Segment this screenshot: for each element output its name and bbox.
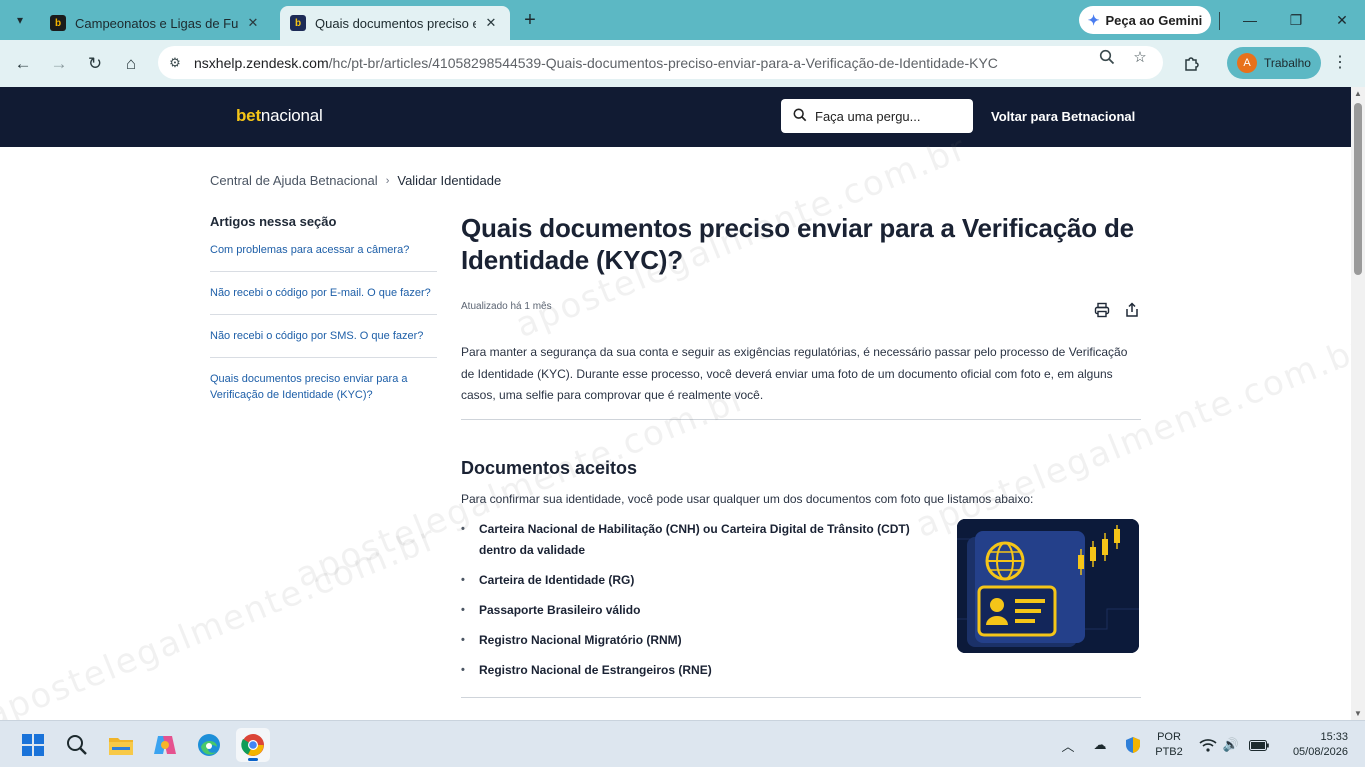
sidebar-item-sms-code[interactable]: Não recebi o código por SMS. O que fazer… xyxy=(210,328,437,358)
sidebar-item-camera[interactable]: Com problemas para acessar a câmera? xyxy=(210,242,437,272)
copilot-icon[interactable] xyxy=(148,728,182,762)
system-clock[interactable]: 15:33 05/08/2026 xyxy=(1280,730,1348,760)
breadcrumb-home-link[interactable]: Central de Ajuda Betnacional xyxy=(210,173,378,188)
gemini-button[interactable]: ✦ Peça ao Gemini xyxy=(1079,6,1211,34)
close-window-button[interactable]: ✕ xyxy=(1319,8,1365,32)
file-explorer-icon[interactable] xyxy=(104,728,138,762)
watermark: apostelegalmente.com.br xyxy=(0,517,443,720)
documents-section: Carteira Nacional de Habilitação (CNH) o… xyxy=(461,518,1141,698)
page-viewport: betnacional Faça uma pergu... Voltar par… xyxy=(0,87,1351,720)
browser-menu-icon[interactable]: ⋮ xyxy=(1330,52,1350,74)
chevron-up-icon[interactable]: ︿ xyxy=(1058,735,1078,755)
list-item: Carteira Nacional de Habilitação (CNH) o… xyxy=(461,519,931,561)
avatar: A xyxy=(1237,53,1257,73)
cloud-offline-icon[interactable]: ☁ xyxy=(1090,735,1110,755)
search-placeholder: Faça uma pergu... xyxy=(815,108,921,124)
breadcrumb: Central de Ajuda Betnacional › Validar I… xyxy=(210,173,501,188)
article: Quais documentos preciso enviar para a V… xyxy=(461,212,1141,698)
clock-date: 05/08/2026 xyxy=(1292,746,1348,758)
browser-toolbar: ← → ↻ ⌂ ⚙ nsxhelp.zendesk.com/hc/pt-br/a… xyxy=(0,40,1365,87)
profile-button[interactable]: A Trabalho xyxy=(1227,47,1321,79)
reload-icon[interactable]: ↻ xyxy=(81,50,109,78)
browser-tab-strip: ▾ b Campeonatos e Ligas de Futebol ✕ b Q… xyxy=(0,0,1365,40)
updated-date: Atualizado há 1 mês xyxy=(461,301,552,312)
section-lead: Para confirmar sua identidade, você pode… xyxy=(461,491,1034,506)
windows-start-icon[interactable] xyxy=(16,728,50,762)
sidebar-item-kyc-documents[interactable]: Quais documentos preciso enviar para a V… xyxy=(210,371,437,416)
list-item: Passaporte Brasileiro válido xyxy=(461,600,931,621)
bookmark-star-icon[interactable]: ☆ xyxy=(1130,47,1150,67)
profile-name: Trabalho xyxy=(1264,56,1311,70)
edge-browser-icon[interactable] xyxy=(192,728,226,762)
print-icon[interactable] xyxy=(1092,300,1112,320)
list-item: Registro Nacional Migratório (RNM) xyxy=(461,630,931,651)
passport-illustration xyxy=(957,518,1139,653)
windows-taskbar: ︿ ☁ POR PTB2 🔊 15:33 05/08/2026 xyxy=(0,720,1365,767)
back-arrow-icon[interactable]: ← xyxy=(9,50,37,78)
minimize-window-button[interactable]: — xyxy=(1227,8,1273,32)
article-meta: Atualizado há 1 mês xyxy=(461,298,1141,328)
article-intro: Para manter a segurança da sua conta e s… xyxy=(461,345,1128,402)
section-title: Documentos aceitos xyxy=(461,457,638,478)
language-code: POR xyxy=(1157,731,1181,743)
chrome-browser-icon[interactable] xyxy=(236,728,270,762)
divider xyxy=(1219,12,1220,30)
browser-tab-quais-documentos[interactable]: b Quais documentos preciso enviar ✕ xyxy=(280,6,510,40)
url-host: nsxhelp.zendesk.com xyxy=(194,54,329,71)
betnacional-favicon-icon: b xyxy=(290,15,306,31)
scrollbar-thumb[interactable] xyxy=(1354,103,1362,275)
gemini-label: Peça ao Gemini xyxy=(1105,12,1203,28)
back-to-betnacional-link[interactable]: Voltar para Betnacional xyxy=(991,109,1135,124)
url-path: /hc/pt-br/articles/41058298544539-Quais-… xyxy=(328,54,998,71)
input-language-indicator[interactable]: POR PTB2 xyxy=(1152,730,1186,760)
list-item: Carteira de Identidade (RG) xyxy=(461,570,931,591)
site-info-icon[interactable]: ⚙ xyxy=(160,48,190,78)
gemini-sparkle-icon: ✦ xyxy=(1087,11,1100,28)
new-tab-button[interactable]: + xyxy=(518,9,542,33)
documents-list: Carteira Nacional de Habilitação (CNH) o… xyxy=(461,519,931,690)
restore-window-button[interactable]: ❐ xyxy=(1273,8,1319,32)
list-item: Registro Nacional de Estrangeiros (RNE) xyxy=(461,660,931,681)
chevron-right-icon: › xyxy=(385,174,390,187)
page-scrollbar[interactable]: ▲ ▼ xyxy=(1351,87,1365,720)
sidebar-heading: Artigos nessa seção xyxy=(210,214,337,229)
close-tab-icon[interactable]: ✕ xyxy=(482,14,500,32)
keyboard-layout: PTB2 xyxy=(1155,746,1183,758)
close-tab-icon[interactable]: ✕ xyxy=(244,14,262,32)
extensions-puzzle-icon[interactable] xyxy=(1177,50,1205,78)
betnacional-logo[interactable]: betnacional xyxy=(236,106,323,126)
search-icon xyxy=(793,108,807,125)
breadcrumb-section-link[interactable]: Validar Identidade xyxy=(397,173,501,188)
clock-time: 15:33 xyxy=(1320,731,1348,743)
divider xyxy=(461,418,1141,420)
search-icon[interactable] xyxy=(60,728,94,762)
scroll-up-arrow-icon[interactable]: ▲ xyxy=(1353,89,1363,98)
site-header: betnacional Faça uma pergu... Voltar par… xyxy=(0,87,1351,147)
section-sidebar: Artigos nessa seção Com problemas para a… xyxy=(210,214,437,429)
browser-tab-campeonatos[interactable]: b Campeonatos e Ligas de Futebol ✕ xyxy=(40,6,272,40)
security-shield-icon[interactable] xyxy=(1123,735,1143,755)
tab-title: Campeonatos e Ligas de Futebol xyxy=(75,15,238,31)
url-text[interactable]: nsxhelp.zendesk.com/hc/pt-br/articles/41… xyxy=(194,55,998,71)
address-bar[interactable]: ⚙ nsxhelp.zendesk.com/hc/pt-br/articles/… xyxy=(158,46,1163,79)
betnacional-favicon-icon: b xyxy=(50,15,66,31)
tab-search-menu-icon[interactable]: ▾ xyxy=(8,9,32,31)
scroll-down-arrow-icon[interactable]: ▼ xyxy=(1353,709,1363,718)
help-search-input[interactable]: Faça uma pergu... xyxy=(781,99,973,133)
active-app-indicator xyxy=(248,758,258,761)
home-icon[interactable]: ⌂ xyxy=(117,50,145,78)
battery-icon[interactable] xyxy=(1248,735,1270,755)
volume-icon[interactable]: 🔊 xyxy=(1221,735,1241,755)
tab-title: Quais documentos preciso enviar xyxy=(315,15,476,31)
share-icon[interactable] xyxy=(1122,300,1142,320)
forward-arrow-icon[interactable]: → xyxy=(45,50,73,78)
divider xyxy=(461,696,1141,698)
wifi-icon[interactable] xyxy=(1198,735,1218,755)
article-title: Quais documentos preciso enviar para a V… xyxy=(461,213,1134,275)
sidebar-item-email-code[interactable]: Não recebi o código por E-mail. O que fa… xyxy=(210,285,437,315)
zoom-magnifier-icon[interactable] xyxy=(1097,47,1117,67)
